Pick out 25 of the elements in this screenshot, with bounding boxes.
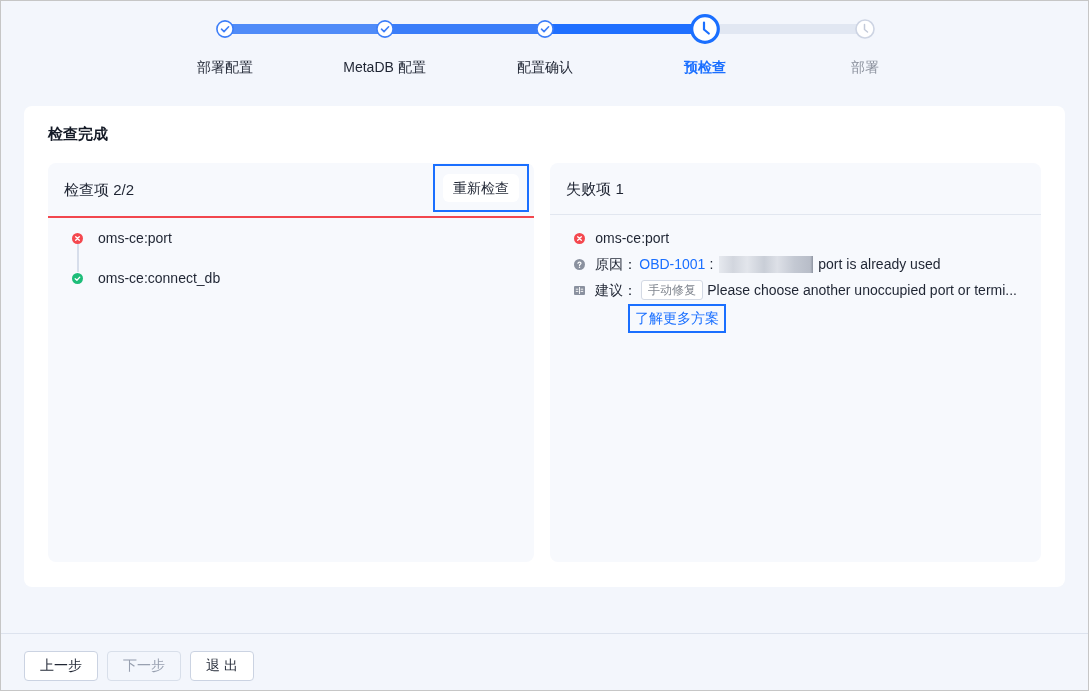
recheck-button[interactable]: 重新检查: [433, 163, 530, 212]
panel-title: 失败项 1: [566, 178, 624, 199]
manual-fix-tag: 手动修复: [641, 280, 704, 300]
step-label: MetaDB 配置: [342, 58, 427, 77]
suggestion-label: 建议：: [595, 281, 638, 300]
book-icon: [574, 285, 586, 295]
failure-name: oms-ce:port: [595, 229, 670, 248]
footer-button[interactable]: 上一步: [24, 651, 98, 681]
question-icon: [574, 258, 586, 270]
check-item[interactable]: oms-ce:port: [98, 228, 172, 248]
error-code-link[interactable]: OBD-1001: [639, 254, 706, 274]
more-solutions-link[interactable]: 了解更多方案: [628, 304, 727, 333]
result-title: 检查完成: [48, 124, 109, 144]
suggestion-text: Please choose another unoccupied port or termi...: [707, 281, 1017, 300]
step-label: 部署: [849, 58, 880, 77]
step-label: 预检查: [682, 58, 727, 77]
panel-title: 检查项 2/2: [64, 179, 135, 200]
step-label: 部署配置: [195, 58, 254, 77]
timeline-connector: [76, 244, 79, 272]
check-item[interactable]: oms-ce:connect_db: [98, 268, 221, 288]
separator-text: :: [709, 255, 714, 274]
reason-label: 原因：: [595, 255, 638, 274]
footer-button[interactable]: 退 出: [190, 651, 254, 681]
reason-text: port is already used: [818, 255, 941, 274]
step-label: 配置确认: [515, 58, 574, 77]
